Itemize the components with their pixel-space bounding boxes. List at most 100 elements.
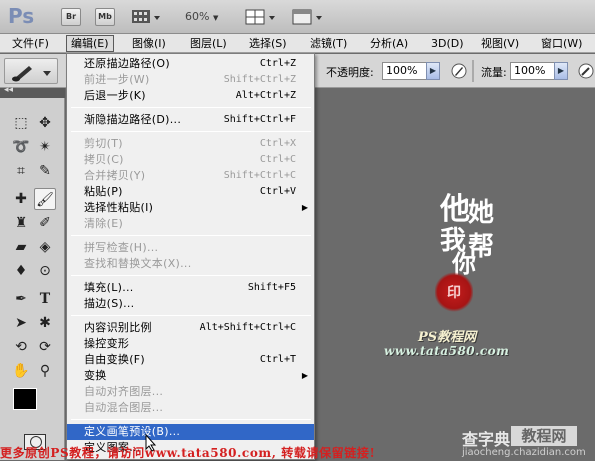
menu-layer[interactable]: 图层(L) bbox=[186, 35, 231, 52]
paint-bucket-tool[interactable]: ◈ bbox=[34, 236, 56, 258]
history-brush-tool[interactable]: ✐ bbox=[34, 212, 56, 234]
menu-item[interactable]: 定义画笔预设(B)... bbox=[67, 424, 314, 440]
menu-view[interactable]: 视图(V) bbox=[477, 35, 523, 52]
opacity-pressure-button[interactable] bbox=[449, 62, 469, 80]
menu-item[interactable]: 粘贴(P) Ctrl+V bbox=[67, 184, 314, 200]
pen-tool[interactable]: ✒ bbox=[10, 288, 32, 310]
crop-tool[interactable]: ⌗ bbox=[10, 160, 32, 182]
menu-image[interactable]: 图像(I) bbox=[128, 35, 170, 52]
edit-menu-dropdown: 还原描边路径(O) Ctrl+Z 前进一步(W) Shift+Ctrl+Z 后退一步(K… bbox=[66, 53, 315, 460]
brush-tool[interactable]: 🖌 bbox=[34, 188, 56, 210]
menu-select[interactable]: 选择(S) bbox=[245, 35, 291, 52]
site-url: www.tata580.com bbox=[384, 344, 510, 358]
eyedropper-tool[interactable]: ✎ bbox=[34, 160, 56, 182]
foreground-color-swatch[interactable] bbox=[13, 388, 37, 410]
menu-item-label: 自动混合图层... bbox=[84, 401, 164, 414]
flow-slider-button[interactable]: ▶ bbox=[554, 62, 568, 80]
menu-item[interactable]: 操控变形 bbox=[67, 336, 314, 352]
marquee-tool[interactable]: ⬚ bbox=[10, 112, 32, 134]
hand-tool[interactable]: ✋ bbox=[10, 360, 32, 382]
tools-panel: ◂◂ ⬚ ✥ ➰ ✴ ⌗ ✎ ✚ 🖌 ♜ ✐ ▰ ◈ ♦ ⊙ ✒ T ➤ ✱ ⟲… bbox=[0, 85, 65, 460]
menu-item-label: 拷贝(C) bbox=[84, 153, 124, 166]
stamp-icon: ♜ bbox=[14, 215, 28, 231]
opacity-input[interactable]: 100% bbox=[382, 62, 427, 80]
blur-tool[interactable]: ♦ bbox=[10, 260, 32, 282]
menu-3d[interactable]: 3D(D) bbox=[427, 35, 468, 52]
menu-separator bbox=[71, 419, 311, 420]
divider bbox=[472, 60, 474, 82]
seal-text: 印 bbox=[447, 285, 461, 301]
menu-item[interactable]: 内容识别比例 Alt+Shift+Ctrl+C bbox=[67, 320, 314, 336]
paint-bucket-icon: ◈ bbox=[39, 239, 51, 255]
menu-item-label: 描边(S)... bbox=[84, 297, 135, 310]
watermark-url: jiaocheng.chazidian.com bbox=[462, 447, 586, 458]
lasso-tool[interactable]: ➰ bbox=[10, 136, 32, 158]
menu-item-label: 操控变形 bbox=[84, 337, 130, 350]
menu-filter[interactable]: 滤镜(T) bbox=[306, 35, 351, 52]
menu-item-label: 剪切(T) bbox=[84, 137, 123, 150]
magic-wand-tool[interactable]: ✴ bbox=[34, 136, 56, 158]
menu-item[interactable]: 后退一步(K) Alt+Ctrl+Z bbox=[67, 88, 314, 104]
menu-item-shortcut: Alt+Ctrl+Z bbox=[235, 90, 296, 101]
flow-input[interactable]: 100% bbox=[510, 62, 555, 80]
flow-label: 流量: bbox=[481, 66, 507, 79]
3d-orbit-tool[interactable]: ⟳ bbox=[34, 336, 56, 358]
zoom-tool[interactable]: ⚲ bbox=[34, 360, 56, 382]
type-tool[interactable]: T bbox=[34, 288, 56, 310]
tool-preset-picker[interactable] bbox=[4, 58, 58, 84]
menu-item-label: 后退一步(K) bbox=[84, 89, 146, 102]
eyedropper-icon: ✎ bbox=[39, 163, 51, 179]
opacity-label: 不透明度: bbox=[326, 66, 374, 79]
eraser-tool[interactable]: ▰ bbox=[10, 236, 32, 258]
healing-brush-tool[interactable]: ✚ bbox=[10, 188, 32, 210]
menu-item[interactable]: 自由变换(F) Ctrl+T bbox=[67, 352, 314, 368]
mini-bridge-button[interactable]: Mb bbox=[95, 8, 115, 26]
magnifier-icon: ⚲ bbox=[39, 363, 51, 379]
menu-item[interactable]: 填充(L)... Shift+F5 bbox=[67, 280, 314, 296]
menu-item: 自动混合图层... bbox=[67, 400, 314, 416]
submenu-arrow-icon: ▶ bbox=[301, 371, 308, 380]
airbrush-icon bbox=[578, 63, 594, 79]
opacity-slider-button[interactable]: ▶ bbox=[426, 62, 440, 80]
3d-rotate-tool[interactable]: ⟲ bbox=[10, 336, 32, 358]
dodge-tool[interactable]: ⊙ bbox=[34, 260, 56, 282]
menu-item: 自动对齐图层... bbox=[67, 384, 314, 400]
airbrush-button[interactable] bbox=[577, 62, 595, 80]
menu-edit[interactable]: 编辑(E) bbox=[66, 35, 114, 52]
bridge-button[interactable]: Br bbox=[61, 8, 81, 26]
pen-icon: ✒ bbox=[15, 291, 27, 307]
menu-item-label: 自动对齐图层... bbox=[84, 385, 164, 398]
menu-item-label: 填充(L)... bbox=[84, 281, 134, 294]
menu-item-label: 合并拷贝(Y) bbox=[84, 169, 146, 182]
menu-item-label: 拼写检查(H)... bbox=[84, 241, 159, 254]
view-extras-button[interactable] bbox=[130, 7, 162, 27]
menu-item[interactable]: 变换 ▶ bbox=[67, 368, 314, 384]
menu-window[interactable]: 窗口(W) bbox=[537, 35, 586, 52]
app-title-bar: Ps Br Mb 60% ▼ bbox=[0, 0, 595, 34]
3d-rotate-icon: ⟲ bbox=[15, 339, 27, 355]
move-tool[interactable]: ✥ bbox=[34, 112, 56, 134]
arrange-documents-button[interactable] bbox=[243, 7, 279, 27]
menu-item-label: 查找和替换文本(X)... bbox=[84, 257, 192, 270]
clone-stamp-tool[interactable]: ♜ bbox=[10, 212, 32, 234]
tools-panel-header[interactable]: ◂◂ bbox=[0, 85, 65, 98]
site-name: PS教程网 bbox=[418, 330, 477, 345]
menu-analysis[interactable]: 分析(A) bbox=[366, 35, 412, 52]
watermark-badge: 教程网 bbox=[511, 426, 577, 446]
path-selection-tool[interactable]: ➤ bbox=[10, 312, 32, 334]
crop-icon: ⌗ bbox=[17, 163, 25, 179]
marquee-icon: ⬚ bbox=[14, 115, 28, 131]
menu-item: 拷贝(C) Ctrl+C bbox=[67, 152, 314, 168]
menu-item[interactable]: 描边(S)... bbox=[67, 296, 314, 312]
bandage-icon: ✚ bbox=[15, 191, 27, 207]
menu-item[interactable]: 渐隐描边路径(D)... Shift+Ctrl+F bbox=[67, 112, 314, 128]
zoom-level[interactable]: 60% ▼ bbox=[185, 10, 218, 23]
menu-file[interactable]: 文件(F) bbox=[8, 35, 53, 52]
menu-item[interactable]: 选择性粘贴(I) ▶ bbox=[67, 200, 314, 216]
menu-item: 剪切(T) Ctrl+X bbox=[67, 136, 314, 152]
screen-mode-button[interactable] bbox=[290, 7, 326, 27]
drop-icon: ♦ bbox=[14, 263, 28, 279]
menu-item[interactable]: 还原描边路径(O) Ctrl+Z bbox=[67, 56, 314, 72]
dodge-icon: ⊙ bbox=[39, 263, 51, 279]
shape-tool[interactable]: ✱ bbox=[34, 312, 56, 334]
